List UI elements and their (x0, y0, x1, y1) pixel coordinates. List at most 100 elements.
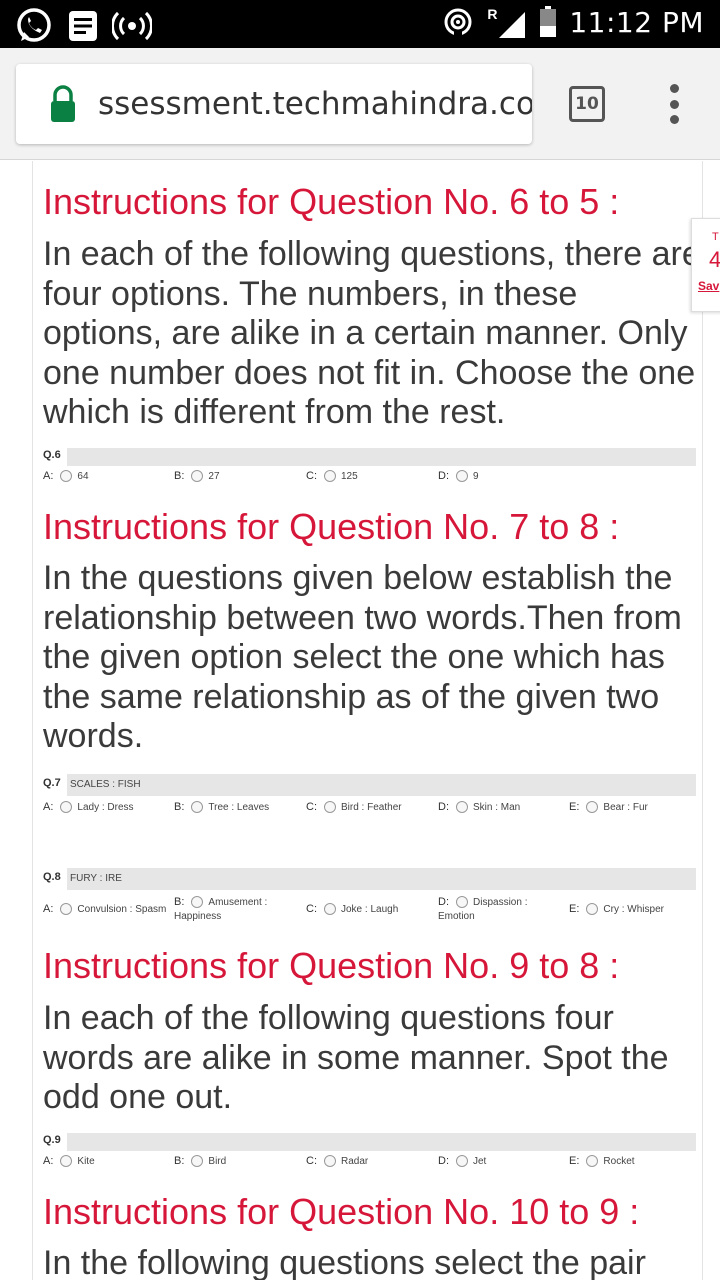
option-letter: B: (174, 896, 185, 908)
radio-button[interactable] (191, 801, 204, 813)
option-c[interactable]: C: Radar (306, 1155, 368, 1168)
radio-button[interactable] (191, 1155, 204, 1167)
option-a[interactable]: A: Convulsion : Spasm (43, 903, 166, 916)
option-letter: C: (306, 801, 317, 813)
instructions-text: In the following questions select the pa… (43, 1244, 646, 1280)
option-text-continued: Emotion (438, 911, 475, 922)
instructions-text: In the questions given below establish t… (43, 559, 682, 755)
question-header: Q.9 (43, 1133, 696, 1151)
address-bar[interactable]: ssessment.techmahindra.com (16, 64, 532, 144)
option-letter: C: (306, 903, 317, 915)
timer-value: 4 (709, 247, 720, 272)
option-c[interactable]: C: Joke : Laugh (306, 903, 398, 916)
option-letter: B: (174, 1155, 185, 1167)
option-b[interactable]: B: 27 (174, 470, 220, 483)
option-letter: A: (43, 470, 54, 482)
option-letter: D: (438, 896, 449, 908)
radio-button[interactable] (60, 903, 73, 915)
lock-icon (48, 84, 78, 124)
option-letter: C: (306, 1155, 317, 1167)
option-b[interactable]: B: Tree : Leaves (174, 801, 269, 814)
option-c[interactable]: C: 125 (306, 470, 358, 483)
save-link[interactable]: Sav (698, 279, 719, 293)
assessment-content: Instructions for Question No. 6 to 5 : I… (32, 161, 703, 1280)
option-letter: C: (306, 470, 317, 482)
signal-roaming-icon: R (485, 4, 527, 40)
radio-button[interactable] (456, 1155, 468, 1167)
option-letter: E: (569, 1155, 580, 1167)
option-letter: D: (438, 801, 449, 813)
notes-icon (68, 10, 98, 42)
option-text: 27 (208, 471, 220, 482)
option-d[interactable]: D: Dispassion : Emotion (438, 896, 527, 924)
option-text: Jet (473, 1156, 487, 1167)
radio-button[interactable] (456, 801, 468, 813)
clock: 11:12 PM (569, 5, 704, 39)
option-text: Skin : Man (473, 802, 521, 813)
radio-button[interactable] (324, 801, 336, 813)
whatsapp-icon (14, 6, 54, 46)
battery-icon (539, 6, 557, 38)
option-text: Convulsion : Spasm (77, 904, 167, 915)
option-d[interactable]: D: 9 (438, 470, 479, 483)
radio-button[interactable] (324, 1155, 336, 1167)
instructions-text: In each of the following questions, ther… (43, 235, 701, 431)
question-prompt: FURY : IRE (67, 868, 696, 890)
option-a[interactable]: A: Kite (43, 1155, 95, 1168)
radio-button[interactable] (324, 470, 336, 482)
question-header: Q.7 SCALES : FISH (43, 774, 696, 796)
option-b[interactable]: B: Amusement : Happiness (174, 896, 267, 924)
radio-button[interactable] (456, 896, 468, 908)
radio-button[interactable] (324, 903, 336, 915)
url-text[interactable]: ssessment.techmahindra.com (98, 86, 532, 122)
option-letter: A: (43, 903, 54, 915)
option-text: Lady : Dress (77, 802, 134, 813)
option-text: Bear : Fur (603, 802, 648, 813)
tab-switcher-button[interactable]: 10 (569, 86, 605, 122)
radio-button[interactable] (586, 801, 599, 813)
option-d[interactable]: D: Jet (438, 1155, 486, 1168)
option-a[interactable]: A: Lady : Dress (43, 801, 134, 814)
option-text: Bird : Feather (341, 802, 402, 813)
option-e[interactable]: E: Bear : Fur (569, 801, 648, 814)
radio-button[interactable] (586, 903, 599, 915)
option-c[interactable]: C: Bird : Feather (306, 801, 402, 814)
option-text: 125 (341, 471, 358, 482)
option-text: Joke : Laugh (341, 904, 399, 915)
question-number: Q.8 (43, 871, 61, 883)
option-letter: A: (43, 1155, 54, 1167)
question-prompt (67, 448, 696, 466)
option-e[interactable]: E: Rocket (569, 1155, 635, 1168)
option-text: Kite (77, 1156, 95, 1167)
radio-button[interactable] (60, 801, 73, 813)
question-number: Q.7 (43, 777, 61, 789)
option-text: Rocket (603, 1156, 635, 1167)
option-e[interactable]: E: Cry : Whisper (569, 903, 664, 916)
option-text: Tree : Leaves (208, 802, 270, 813)
option-d[interactable]: D: Skin : Man (438, 801, 520, 814)
question-prompt (67, 1133, 696, 1151)
option-a[interactable]: A: 64 (43, 470, 89, 483)
option-text: 64 (77, 471, 89, 482)
radio-button[interactable] (60, 1155, 73, 1167)
option-letter: B: (174, 801, 185, 813)
option-letter: D: (438, 1155, 449, 1167)
option-text: Amusement : (208, 897, 268, 908)
option-letter: A: (43, 801, 54, 813)
instructions-heading: Instructions for Question No. 6 to 5 : (43, 181, 620, 222)
option-letter: E: (569, 801, 580, 813)
option-text: Radar (341, 1156, 369, 1167)
question-header: Q.6 (43, 448, 696, 466)
option-b[interactable]: B: Bird (174, 1155, 226, 1168)
option-letter: B: (174, 470, 185, 482)
radio-button[interactable] (456, 470, 468, 482)
overflow-menu-icon[interactable] (664, 84, 684, 124)
radio-button[interactable] (191, 896, 204, 908)
timer-save-panel[interactable]: T 4 Sav (691, 218, 720, 312)
timer-label: T (712, 231, 719, 243)
radio-button[interactable] (60, 470, 73, 482)
option-letter: E: (569, 903, 580, 915)
question-header: Q.8 FURY : IRE (43, 868, 696, 890)
radio-button[interactable] (191, 470, 204, 482)
radio-button[interactable] (586, 1155, 599, 1167)
